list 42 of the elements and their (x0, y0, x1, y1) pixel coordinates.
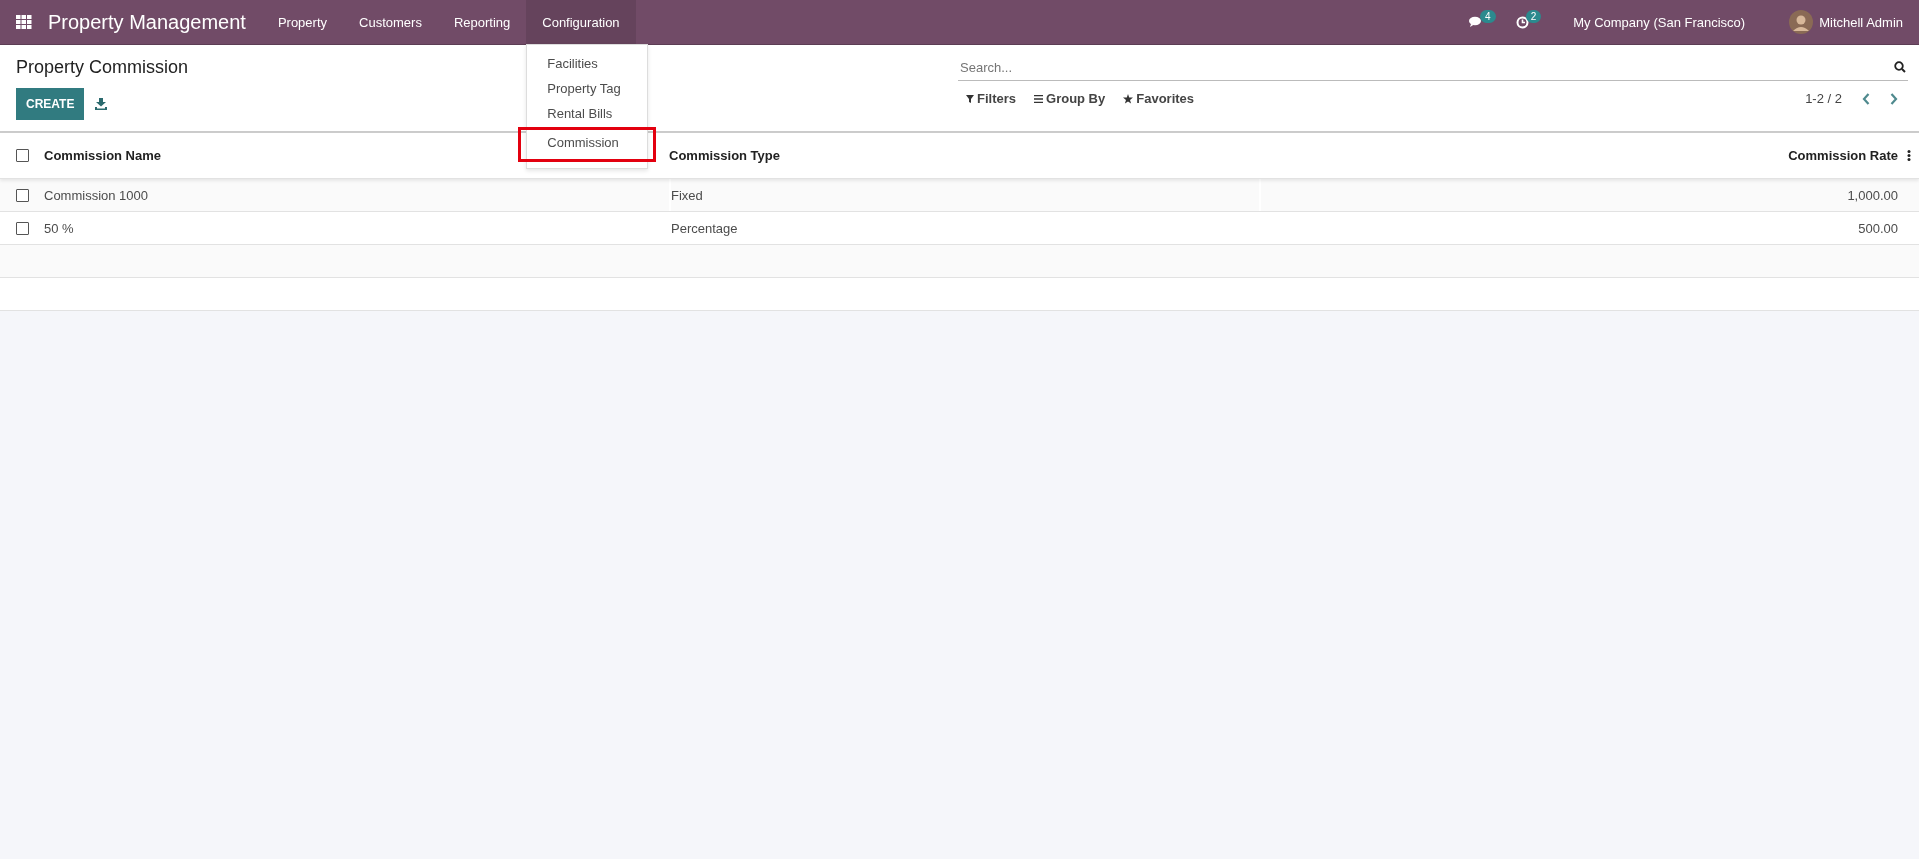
filters-button[interactable]: Filters (966, 91, 1016, 106)
app-grid-icon[interactable] (16, 15, 32, 29)
search-field[interactable]: Search... (958, 54, 1894, 80)
table-cell-text: 500.00 (1857, 220, 1898, 236)
company-switcher[interactable]: My Company (San Francisco) (1553, 0, 1766, 44)
dropdown-item[interactable]: Facilities (527, 51, 648, 76)
dropdown-item[interactable]: Rental Bills (527, 101, 648, 126)
list-icon (1034, 94, 1043, 103)
app-title[interactable]: Property Management (48, 10, 246, 34)
select-all-checkbox[interactable] (15, 149, 29, 162)
table-cell: Fixed (669, 179, 1259, 211)
clock-icon[interactable] (1515, 15, 1529, 29)
favorites-button[interactable]: Favorites (1123, 91, 1195, 106)
chevron-right-icon[interactable] (1890, 92, 1898, 105)
download-icon[interactable] (95, 98, 108, 110)
pager-value: 1-2 / 2 (1805, 91, 1842, 106)
nav-menu-item[interactable]: Customers (343, 0, 438, 44)
star-icon (1123, 93, 1134, 104)
table-cell-text: Commission 1000 (44, 187, 150, 203)
nav-menu-item[interactable]: Property (261, 0, 344, 44)
message-count-badge: 4 (1480, 9, 1496, 23)
column-header[interactable]: Commission Type (669, 133, 1259, 178)
row-checkbox[interactable] (15, 188, 29, 202)
kebab-menu-icon[interactable] (1906, 150, 1911, 161)
nav-menu-item[interactable]: Reporting (437, 0, 527, 44)
avatar-icon (1789, 10, 1814, 34)
nav-menu-item[interactable]: Configuration (526, 0, 636, 44)
user-menu[interactable]: Mitchell Admin (1819, 14, 1903, 30)
chat-icon[interactable] (1469, 16, 1484, 28)
row-checkbox[interactable] (15, 221, 29, 235)
dropdown-item[interactable]: Commission (518, 127, 657, 162)
funnel-icon (966, 94, 974, 103)
chevron-left-icon[interactable] (1862, 92, 1870, 105)
column-header[interactable]: Commission Rate (1498, 148, 1898, 163)
table-cell-text: 1,000.00 (1846, 187, 1898, 203)
page-title: Property Commission (16, 57, 189, 78)
dropdown-item[interactable]: Property Tag (527, 76, 648, 101)
group-by-button[interactable]: Group By (1034, 91, 1106, 106)
search-icon[interactable] (1894, 61, 1906, 73)
create-button[interactable]: CREATE (16, 88, 85, 120)
activity-count-badge: 2 (1525, 9, 1542, 23)
table-cell-text: 50 % (44, 220, 75, 236)
